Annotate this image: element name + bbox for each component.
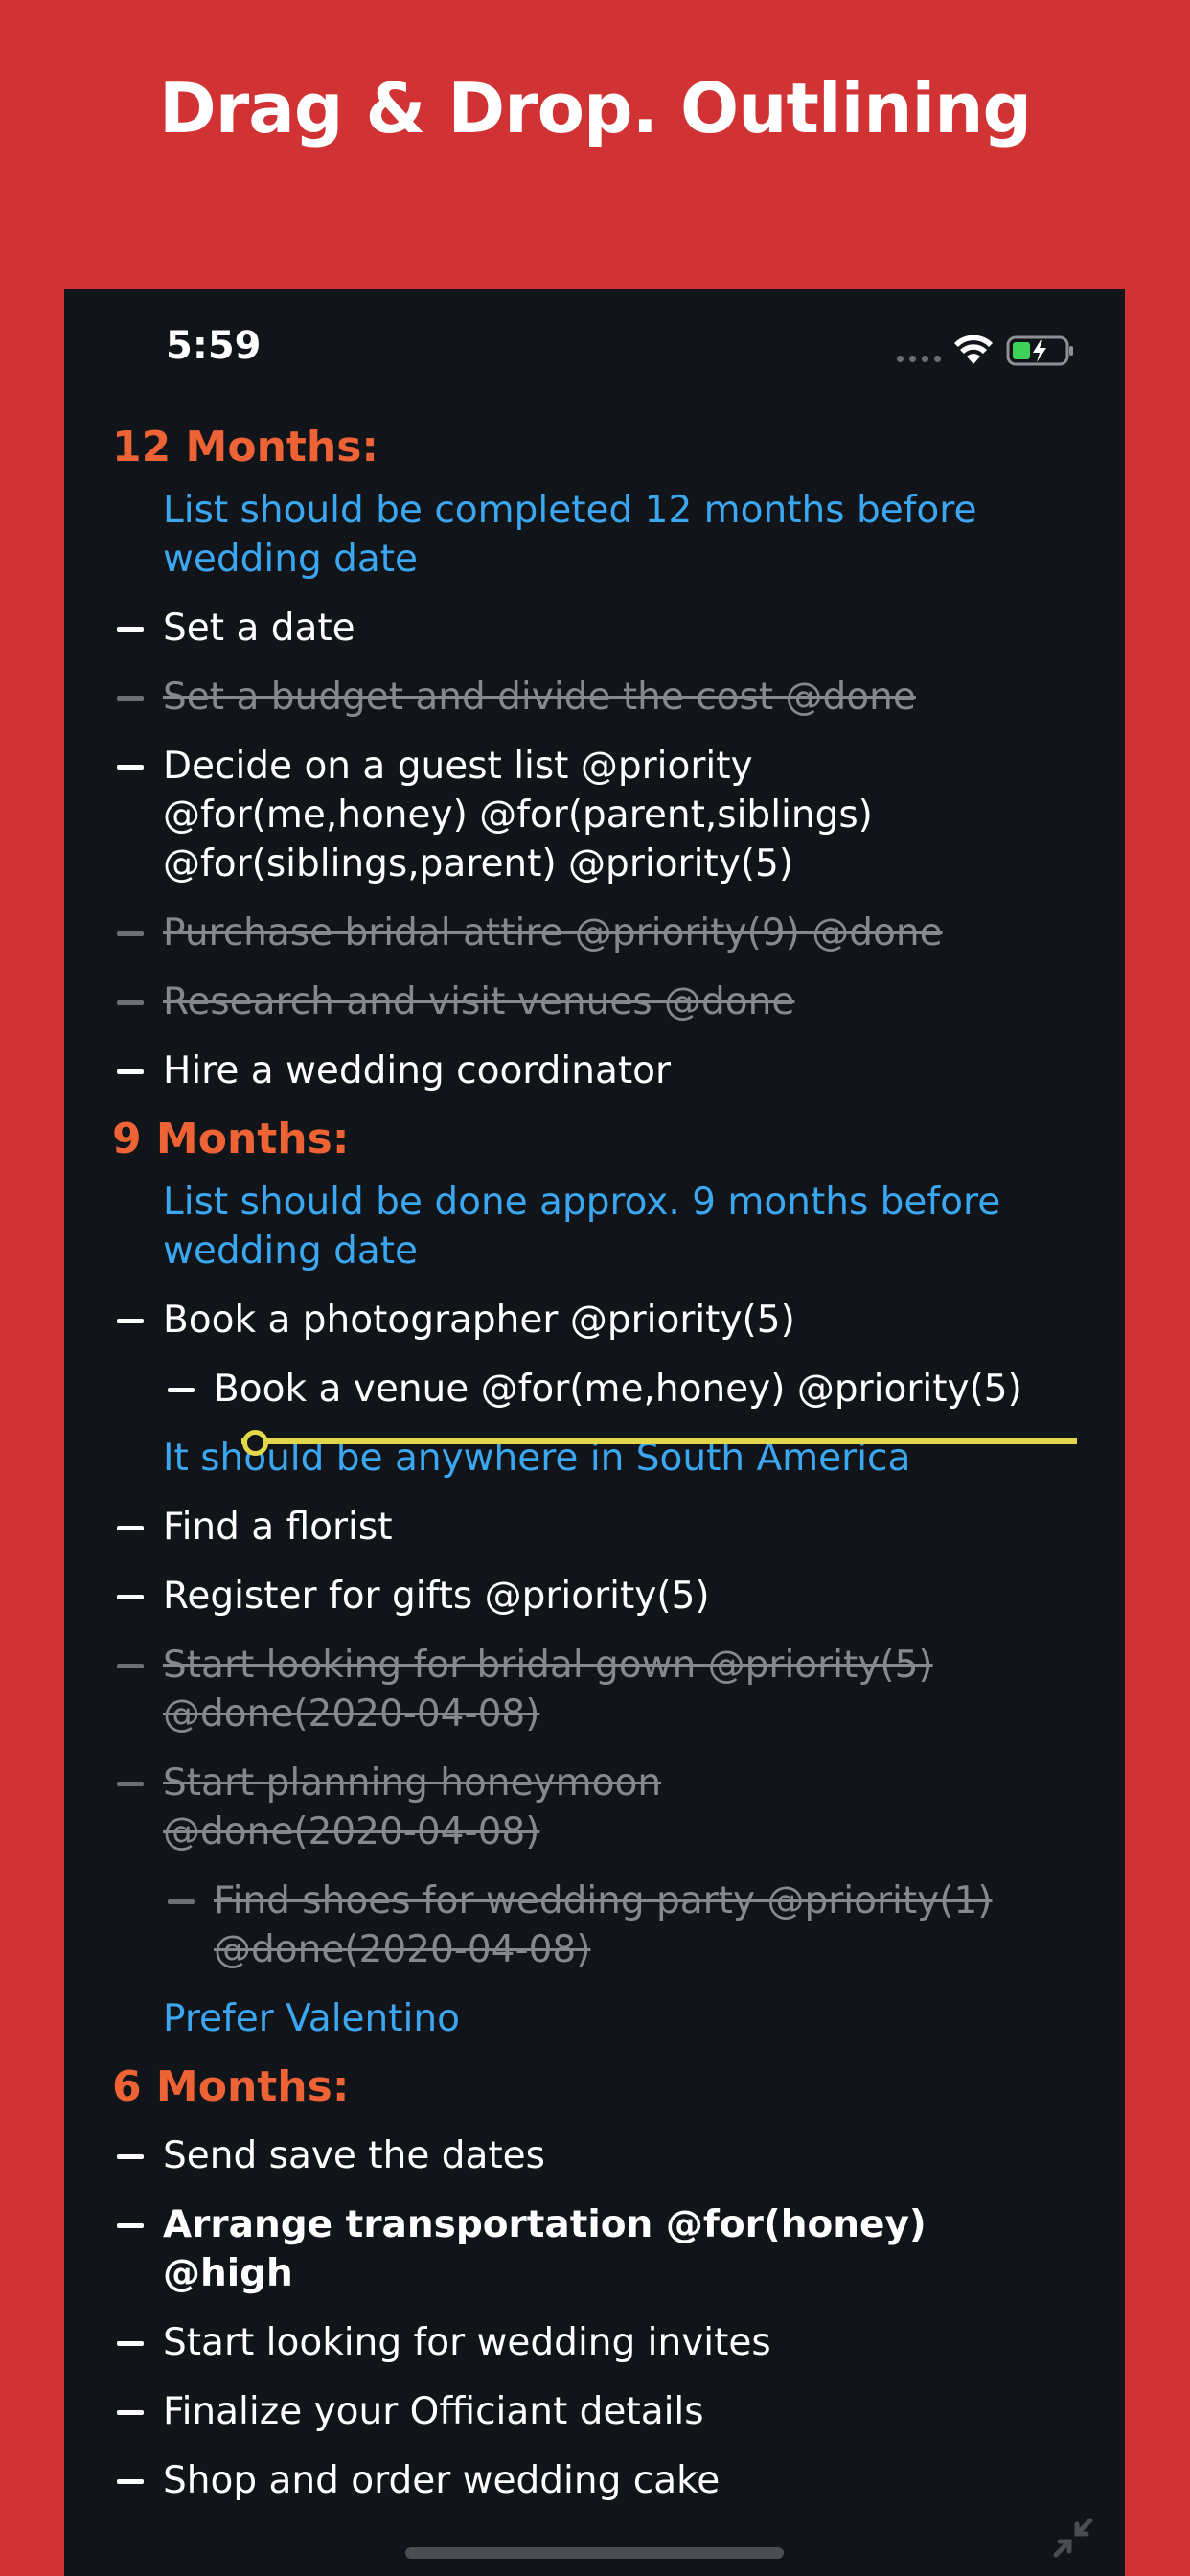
list-item[interactable]: Start looking for wedding invites — [64, 2318, 1125, 2367]
status-bar: 5:59 — [64, 289, 1125, 395]
bullet-dash-icon[interactable] — [117, 2223, 144, 2228]
item-text: Set a date — [163, 607, 355, 650]
bullet-dash-icon[interactable] — [117, 1526, 144, 1530]
note-row[interactable]: List should be done approx. 9 months bef… — [64, 1178, 1125, 1276]
item-text: Register for gifts @priority(5) — [163, 1575, 710, 1618]
phone-screen: 5:59 12 Months: List should be completed… — [64, 289, 1125, 2576]
item-text: Finalize your Officiant details — [163, 2390, 704, 2433]
collapse-arrows-icon[interactable] — [1048, 2513, 1098, 2563]
bullet-dash-icon[interactable] — [117, 1070, 144, 1074]
bullet-dash-icon[interactable] — [117, 765, 144, 770]
section-heading[interactable]: 9 Months: — [64, 1111, 1125, 1168]
bullet-dash-icon[interactable] — [117, 1595, 144, 1599]
list-item[interactable]: Book a photographer @priority(5) — [64, 1296, 1125, 1345]
item-text: Book a photographer @priority(5) — [163, 1299, 795, 1342]
bullet-dash-icon[interactable] — [117, 1782, 144, 1786]
section-heading[interactable]: 6 Months: — [64, 2058, 1125, 2116]
item-text: Book a venue @for(me,honey) @priority(5) — [214, 1368, 1022, 1411]
bullet-dash-icon[interactable] — [117, 627, 144, 632]
bullet-dash-icon[interactable] — [168, 1388, 195, 1392]
bullet-dash-icon[interactable] — [117, 696, 144, 701]
list-item-done[interactable]: Find shoes for wedding party @priority(1… — [64, 1876, 1125, 1974]
bullet-dash-icon[interactable] — [117, 1000, 144, 1005]
note-row[interactable]: List should be completed 12 months befor… — [64, 486, 1125, 584]
item-text: Start looking for wedding invites — [163, 2321, 771, 2364]
status-time: 5:59 — [166, 324, 262, 368]
item-text: Decide on a guest list @priority @for(me… — [163, 745, 873, 886]
note-row[interactable]: Prefer Valentino — [64, 1994, 1125, 2043]
bullet-dash-icon[interactable] — [117, 2479, 144, 2484]
item-text: Send save the dates — [163, 2134, 545, 2177]
home-indicator[interactable] — [405, 2547, 784, 2559]
bullet-dash-icon[interactable] — [117, 2154, 144, 2159]
battery-charging-icon — [1006, 335, 1073, 366]
drop-target-handle-icon[interactable] — [242, 1430, 268, 1456]
list-item-done[interactable]: Set a budget and divide the cost @done — [64, 673, 1125, 722]
signal-dots-icon — [897, 339, 941, 362]
item-text: Shop and order wedding cake — [163, 2459, 721, 2502]
list-item-done[interactable]: Purchase bridal attire @priority(9) @don… — [64, 908, 1125, 957]
list-item[interactable]: Send save the dates — [64, 2131, 1125, 2180]
bullet-dash-icon[interactable] — [117, 2341, 144, 2346]
outline-list: 12 Months: List should be completed 12 m… — [64, 419, 1125, 2505]
drop-indicator-line — [241, 1438, 1077, 1444]
item-text: Hire a wedding coordinator — [163, 1049, 672, 1092]
item-text: Find shoes for wedding party @priority(1… — [214, 1879, 993, 1971]
list-item[interactable]: Set a date — [64, 604, 1125, 653]
bullet-dash-icon[interactable] — [168, 1899, 195, 1904]
item-text: Start looking for bridal gown @priority(… — [163, 1644, 933, 1736]
wifi-icon — [954, 335, 993, 364]
list-item-dragging[interactable]: Book a venue @for(me,honey) @priority(5) — [64, 1365, 1125, 1414]
list-item[interactable]: Find a florist — [64, 1503, 1125, 1552]
list-item[interactable]: Hire a wedding coordinator — [64, 1046, 1125, 1095]
list-item[interactable]: Shop and order wedding cake — [64, 2456, 1125, 2505]
item-text: Research and visit venues @done — [163, 980, 795, 1024]
item-text: Arrange transportation @for(honey) @high — [163, 2203, 927, 2295]
bullet-dash-icon[interactable] — [117, 1664, 144, 1668]
status-icons — [897, 332, 1075, 370]
bullet-dash-icon[interactable] — [117, 1319, 144, 1323]
list-item-done[interactable]: Start planning honeymoon @done(2020-04-0… — [64, 1759, 1125, 1856]
bullet-dash-icon[interactable] — [117, 2410, 144, 2415]
list-item[interactable]: Arrange transportation @for(honey) @high — [64, 2200, 1125, 2298]
bullet-dash-icon[interactable] — [117, 932, 144, 936]
list-item-done[interactable]: Start looking for bridal gown @priority(… — [64, 1641, 1125, 1738]
list-item[interactable]: Register for gifts @priority(5) — [64, 1572, 1125, 1621]
list-item[interactable]: Finalize your Officiant details — [64, 2387, 1125, 2436]
item-text: Set a budget and divide the cost @done — [163, 676, 916, 719]
list-item[interactable]: Decide on a guest list @priority @for(me… — [64, 742, 1125, 888]
section-heading[interactable]: 12 Months: — [64, 419, 1125, 476]
item-text: Find a florist — [163, 1506, 393, 1549]
headline: Drag & Drop. Outlining — [159, 68, 1032, 149]
item-text: Purchase bridal attire @priority(9) @don… — [163, 911, 943, 954]
list-item-done[interactable]: Research and visit venues @done — [64, 978, 1125, 1026]
item-text: Start planning honeymoon @done(2020-04-0… — [163, 1761, 662, 1853]
